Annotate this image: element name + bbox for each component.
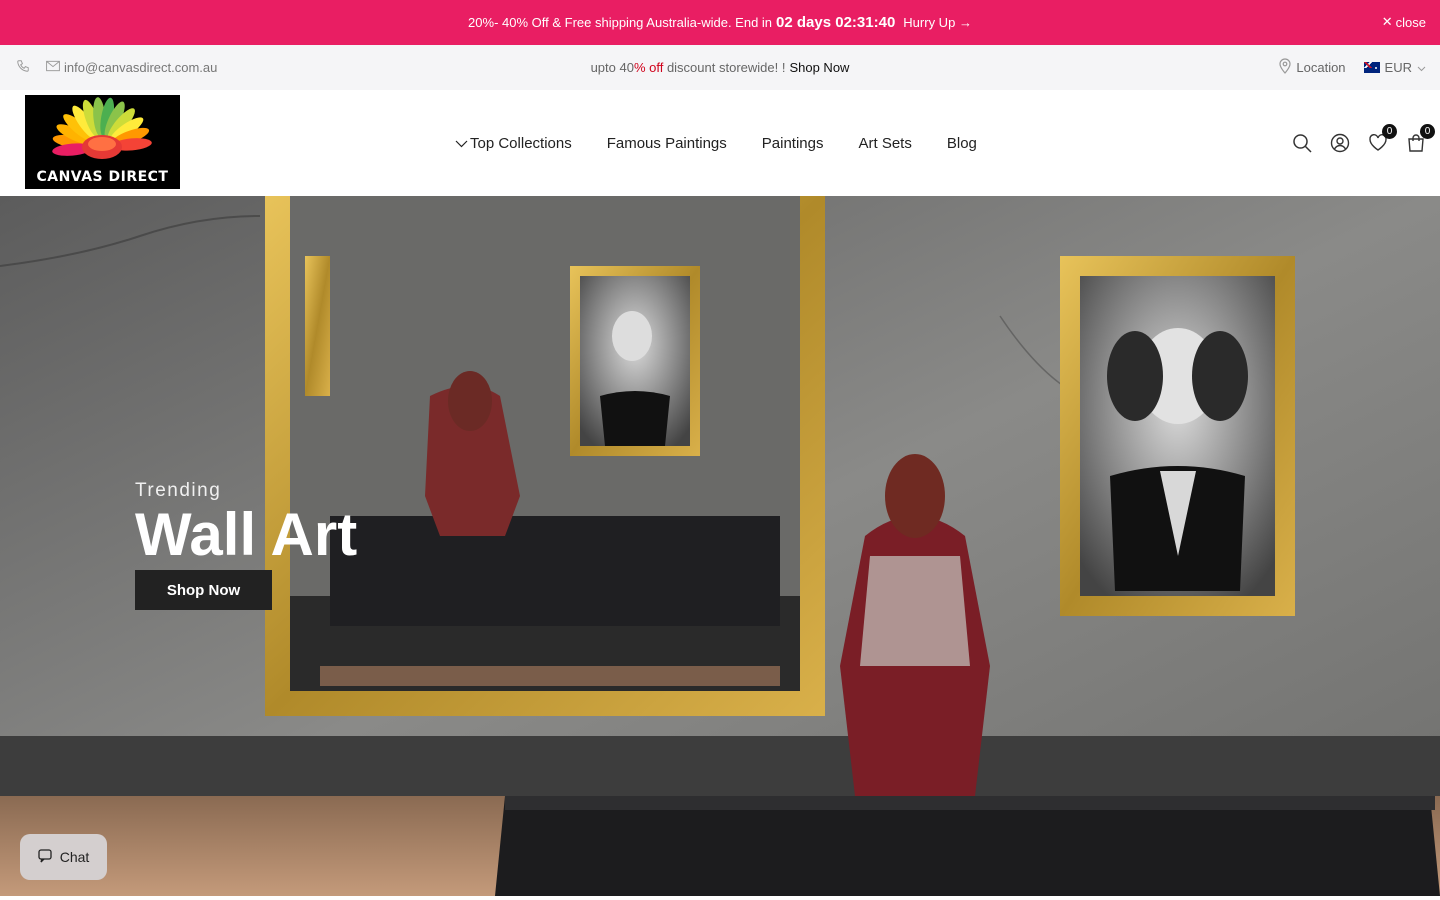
nav-famous-paintings[interactable]: Famous Paintings	[607, 135, 727, 152]
nav-label: Top Collections	[470, 134, 572, 152]
location-link[interactable]: Location	[1279, 58, 1346, 77]
chevron-down-icon	[455, 135, 468, 152]
nav-label: Paintings	[761, 134, 824, 152]
wishlist-count-badge: 0	[1382, 124, 1397, 139]
countdown-timer: 02 days 02:31:40	[776, 14, 896, 31]
nav-top-collections[interactable]: Top Collections	[455, 135, 572, 152]
account-icon[interactable]	[1330, 133, 1350, 153]
currency-selector[interactable]: EUR	[1363, 60, 1426, 75]
wishlist-button[interactable]: 0	[1368, 124, 1397, 153]
logo-text: CANVAS DIRECT	[36, 169, 169, 185]
promo-off: % off	[633, 60, 664, 75]
australia-flag-icon	[1363, 62, 1380, 73]
hurry-up-label: Hurry Up	[903, 15, 956, 30]
location-label: Location	[1296, 60, 1346, 75]
announcement-text: 20%- 40% Off & Free shipping Australia-w…	[468, 15, 773, 30]
chat-icon	[38, 848, 52, 866]
location-pin-icon	[1279, 58, 1291, 77]
hero-subtitle: Trending	[135, 480, 222, 501]
promo-prefix: upto 40	[590, 60, 634, 75]
cart-button[interactable]: 0	[1406, 124, 1435, 153]
site-header: CANVAS DIRECT Top Collections Famous Pai…	[0, 90, 1440, 196]
arrow-right-icon: →	[958, 15, 972, 30]
currency-label: EUR	[1384, 60, 1412, 75]
hero-banner: Trending Wall Art Shop Now	[0, 196, 1440, 896]
close-label: close	[1395, 14, 1426, 30]
chat-button[interactable]: Chat	[20, 834, 107, 880]
chat-label: Chat	[59, 849, 90, 865]
nav-blog[interactable]: Blog	[947, 135, 977, 152]
hero-title: Wall Art	[135, 501, 358, 568]
nav-art-sets[interactable]: Art Sets	[859, 135, 912, 152]
hero-shop-now-button[interactable]: Shop Now	[135, 570, 272, 610]
header-icons: 0 0	[1292, 90, 1435, 196]
nav-label: Blog	[946, 134, 977, 152]
phone-icon[interactable]	[16, 59, 30, 76]
email-text: info@canvasdirect.com.au	[64, 60, 218, 75]
chevron-down-icon	[1417, 60, 1426, 75]
site-logo[interactable]: CANVAS DIRECT	[25, 95, 180, 189]
close-icon: ✕	[1381, 14, 1393, 29]
promo-suffix: discount storewide! !	[663, 60, 786, 75]
top-info-bar: info@canvasdirect.com.au upto 40% off di…	[0, 45, 1440, 90]
hurry-up-link[interactable]: Hurry Up →	[903, 15, 972, 30]
promo-shop-now-link[interactable]: Shop Now	[789, 60, 849, 75]
close-announcement-button[interactable]: ✕ close	[1382, 14, 1426, 30]
nav-label: Famous Paintings	[606, 134, 727, 152]
hero-copy: Trending Wall Art	[135, 480, 357, 566]
mail-icon	[46, 60, 60, 75]
cart-count-badge: 0	[1420, 124, 1435, 139]
nav-label: Art Sets	[858, 134, 912, 152]
email-link[interactable]: info@canvasdirect.com.au	[46, 60, 217, 75]
main-nav: Top Collections Famous Paintings Paintin…	[455, 90, 977, 196]
nav-paintings[interactable]: Paintings	[762, 135, 824, 152]
announcement-bar: 20%- 40% Off & Free shipping Australia-w…	[0, 0, 1440, 45]
search-icon[interactable]	[1292, 133, 1312, 153]
